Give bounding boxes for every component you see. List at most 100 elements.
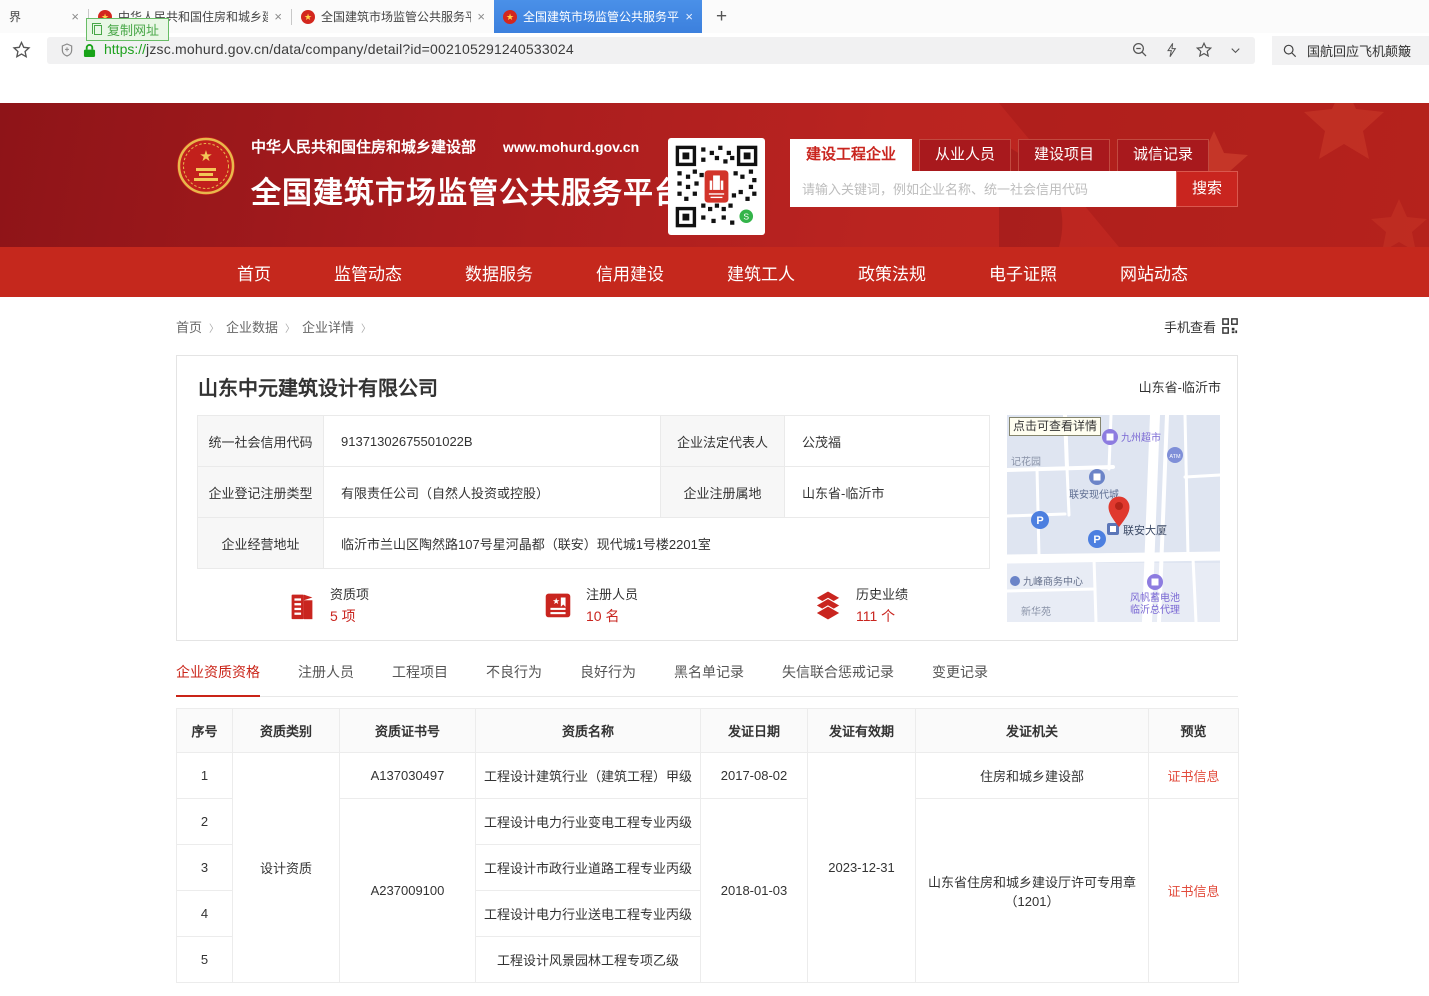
browser-tab-jzsc[interactable]: ★ 全国建筑市场监管公共服务平台 × (292, 0, 494, 33)
search-tab-enterprise[interactable]: 建设工程企业 (790, 139, 912, 171)
map-label: 联安现代城 (1069, 488, 1119, 501)
new-tab-icon[interactable]: + (716, 6, 727, 28)
stat-historical-performance: 历史业绩 111 个 (811, 584, 908, 626)
cell-issue-date: 2018-01-03 (701, 799, 808, 983)
tab-change-records[interactable]: 变更记录 (932, 662, 988, 696)
nav-item-home[interactable]: 首页 (237, 260, 271, 285)
copy-url-tooltip-label: 复制网址 (107, 20, 159, 39)
nav-item-data-service[interactable]: 数据服务 (465, 260, 533, 285)
copy-icon (94, 25, 102, 35)
close-icon[interactable]: × (477, 9, 485, 24)
address-bar[interactable]: https://jzsc.mohurd.gov.cn/data/company/… (47, 37, 1255, 64)
tab-projects[interactable]: 工程项目 (392, 662, 448, 696)
qualification-table: 序号 资质类别 资质证书号 资质名称 发证日期 发证有效期 发证机关 预览 1 … (176, 708, 1239, 983)
map-label: 临沂总代理 (1130, 603, 1180, 616)
keyword-search-input[interactable] (790, 171, 1176, 207)
shield-permission-icon[interactable] (59, 42, 75, 58)
col-issue-date: 发证日期 (701, 709, 808, 753)
cell-name: 工程设计市政行业道路工程专业丙级 (476, 845, 701, 891)
tab-title: 全国建筑市场监管公共服务平台 (321, 8, 471, 25)
tab-good-behavior[interactable]: 良好行为 (580, 662, 636, 696)
svg-text:S: S (743, 212, 749, 222)
address-label: 企业经营地址 (198, 518, 324, 569)
map-label: 九州超市 (1121, 431, 1161, 444)
zoom-out-icon[interactable] (1131, 41, 1149, 59)
close-icon[interactable]: × (71, 9, 79, 24)
map-label: 记花园 (1011, 455, 1041, 468)
cell-name: 工程设计风景园林工程专项乙级 (476, 937, 701, 983)
search-icon (1282, 43, 1298, 59)
stat-label: 注册人员 (586, 584, 638, 603)
personnel-certificate-icon: ★ (541, 588, 575, 622)
nav-item-site-news[interactable]: 网站动态 (1120, 260, 1188, 285)
close-icon[interactable]: × (685, 9, 693, 24)
header-qr-code: S (668, 138, 765, 235)
map-label: 联安大厦 (1123, 523, 1167, 537)
url-text[interactable]: https://jzsc.mohurd.gov.cn/data/company/… (104, 41, 574, 59)
hot-search-box[interactable]: 国航回应飞机颠簸 (1272, 36, 1429, 65)
svg-text:★: ★ (199, 148, 212, 165)
company-info-table: 统一社会信用代码 91371302675501022B 企业法定代表人 公茂福 … (197, 415, 990, 569)
mobile-view-button[interactable]: 手机查看 (1164, 317, 1238, 336)
site-favicon-icon: ★ (503, 10, 517, 24)
cell-issue-date: 2017-08-02 (701, 753, 808, 799)
col-authority: 发证机关 (916, 709, 1149, 753)
url-path: jzsc.mohurd.gov.cn/data/company/detail?i… (146, 41, 574, 57)
tab-title: 界 (9, 8, 65, 25)
close-icon[interactable]: × (274, 9, 282, 24)
lock-icon (83, 43, 96, 58)
hot-search-text: 国航回应飞机颠簸 (1307, 41, 1411, 60)
lightning-icon[interactable] (1164, 41, 1180, 59)
reg-region-value: 山东省-临沂市 (785, 467, 990, 518)
tab-bad-behavior[interactable]: 不良行为 (486, 662, 542, 696)
ministry-site-url: www.mohurd.gov.cn (503, 139, 639, 155)
bookmark-star-icon[interactable] (11, 40, 32, 60)
search-tab-project[interactable]: 建设项目 (1018, 139, 1110, 171)
cell-no: 5 (177, 937, 233, 983)
chevron-down-icon[interactable] (1228, 43, 1243, 58)
nav-item-e-license[interactable]: 电子证照 (989, 260, 1057, 285)
cell-no: 2 (177, 799, 233, 845)
tab-qualifications[interactable]: 企业资质资格 (176, 662, 260, 697)
credit-code-label: 统一社会信用代码 (198, 416, 324, 467)
search-tab-personnel[interactable]: 从业人员 (919, 139, 1011, 171)
map-label: 九峰商务中心 (1023, 575, 1083, 588)
browser-tab-partial[interactable]: 界 × (0, 0, 88, 33)
nav-item-supervision[interactable]: 监管动态 (334, 260, 402, 285)
tab-registered-personnel[interactable]: 注册人员 (298, 662, 354, 696)
site-brand[interactable]: ★ 中华人民共和国住房和城乡建设部 www.mohurd.gov.cn 全国建筑… (176, 136, 685, 212)
credit-code-value: 91371302675501022B (324, 416, 661, 467)
map-label: 新华苑 (1021, 605, 1051, 618)
map-label: ATM (1169, 454, 1181, 460)
nav-item-workers[interactable]: 建筑工人 (727, 260, 795, 285)
browser-address-row: https://jzsc.mohurd.gov.cn/data/company/… (0, 33, 1429, 67)
company-detail-tabs: 企业资质资格 注册人员 工程项目 不良行为 良好行为 黑名单记录 失信联合惩戒记… (176, 662, 1238, 697)
map-image: 九州超市 ATM 记花园 联安现代城 P P 联安大厦 九峰商务中心 新华苑 风… (1007, 415, 1220, 622)
nav-item-credit[interactable]: 信用建设 (596, 260, 664, 285)
map-label: 风帆蓄电池 (1130, 591, 1180, 604)
browser-tab-active[interactable]: ★ 全国建筑市场监管公共服务平台 × (494, 0, 702, 33)
breadcrumb-home[interactable]: 首页 (176, 317, 226, 336)
reg-type-label: 企业登记注册类型 (198, 467, 324, 518)
breadcrumb-company-data[interactable]: 企业数据 (226, 317, 302, 336)
certificate-info-link[interactable]: 证书信息 (1167, 769, 1219, 784)
main-navigation: 首页 监管动态 数据服务 信用建设 建筑工人 政策法规 电子证照 网站动态 (0, 247, 1429, 297)
company-location-map[interactable]: 点击可查看详情 九州超市 (1007, 415, 1220, 622)
search-button[interactable]: 搜索 (1176, 171, 1238, 207)
national-emblem-icon: ★ (176, 136, 236, 196)
search-tab-credit[interactable]: 诚信记录 (1117, 139, 1209, 171)
cell-no: 4 (177, 891, 233, 937)
cell-no: 1 (177, 753, 233, 799)
cell-name: 工程设计建筑行业（建筑工程）甲级 (476, 753, 701, 799)
map-tooltip: 点击可查看详情 (1009, 417, 1101, 436)
certificate-info-link[interactable]: 证书信息 (1167, 884, 1219, 899)
breadcrumb-company-detail: 企业详情 (302, 317, 378, 336)
star-icon[interactable] (1195, 41, 1213, 59)
tab-dishonesty[interactable]: 失信联合惩戒记录 (782, 662, 894, 696)
address-value: 临沂市兰山区陶然路107号星河晶都（联安）现代城1号楼2201室 (324, 518, 990, 569)
breadcrumb: 首页 企业数据 企业详情 手机查看 (176, 317, 1238, 335)
platform-title: 全国建筑市场监管公共服务平台 (251, 168, 685, 212)
tab-blacklist[interactable]: 黑名单记录 (674, 662, 744, 696)
stat-label: 历史业绩 (856, 584, 908, 603)
nav-item-policy[interactable]: 政策法规 (858, 260, 926, 285)
